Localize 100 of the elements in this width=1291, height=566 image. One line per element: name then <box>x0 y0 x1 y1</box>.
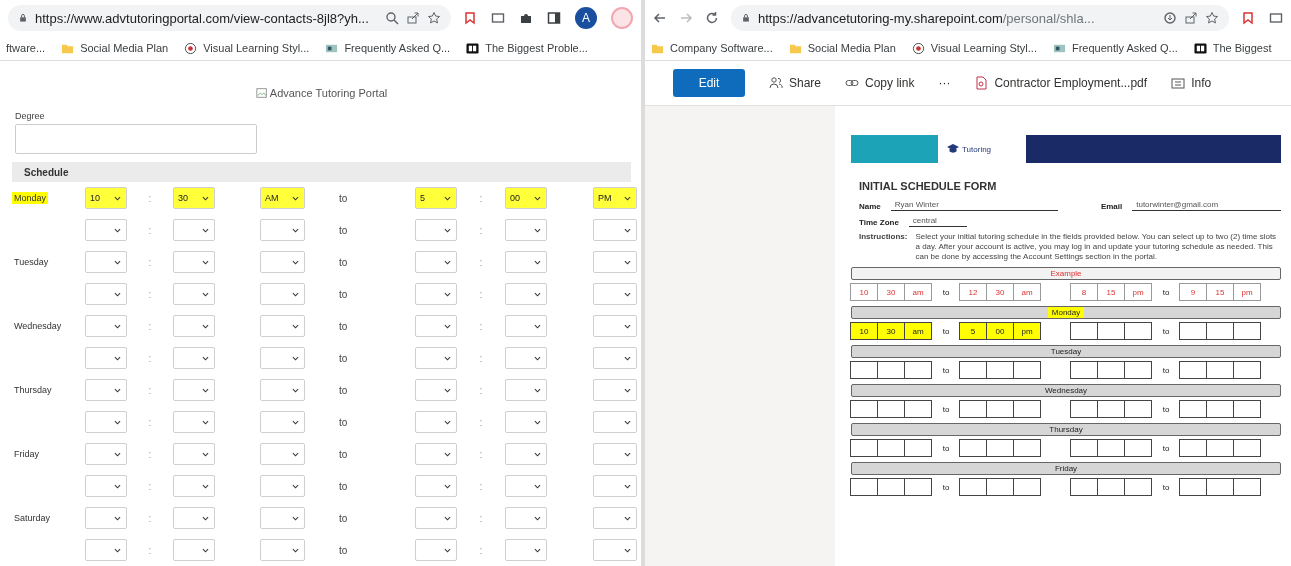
time-box[interactable] <box>1179 322 1207 340</box>
time-box[interactable] <box>850 439 878 457</box>
time-box[interactable] <box>1206 322 1234 340</box>
time-box[interactable]: pm <box>1233 283 1261 301</box>
time-box[interactable] <box>1179 478 1207 496</box>
time-box[interactable] <box>1013 478 1041 496</box>
time-select[interactable] <box>173 219 215 241</box>
time-box[interactable] <box>1013 439 1041 457</box>
time-select[interactable] <box>415 315 457 337</box>
time-select[interactable] <box>260 475 305 497</box>
time-box[interactable] <box>904 478 932 496</box>
time-select[interactable] <box>415 251 457 273</box>
time-select[interactable] <box>505 347 547 369</box>
time-box[interactable] <box>877 361 905 379</box>
time-box[interactable] <box>1124 322 1152 340</box>
time-select[interactable] <box>505 315 547 337</box>
time-box[interactable]: 12 <box>959 283 987 301</box>
address-bar[interactable]: https://advancetutoring-my.sharepoint.com/personal/shla... <box>731 5 1229 31</box>
forward-icon[interactable] <box>679 11 693 25</box>
share-button[interactable]: Share <box>769 76 822 90</box>
time-select[interactable] <box>260 315 305 337</box>
time-select[interactable] <box>505 539 547 561</box>
time-box[interactable] <box>986 400 1014 418</box>
time-box[interactable]: 00 <box>986 322 1014 340</box>
time-box[interactable] <box>1097 400 1125 418</box>
time-box[interactable]: am <box>904 283 932 301</box>
bookmark-icon[interactable] <box>1241 11 1255 25</box>
email-field[interactable]: tutorwinter@gmail.com <box>1132 200 1281 211</box>
time-box[interactable] <box>850 400 878 418</box>
time-select[interactable] <box>415 475 457 497</box>
copy-link-button[interactable]: Copy link <box>845 76 915 90</box>
time-box[interactable] <box>1070 478 1098 496</box>
name-field[interactable]: Ryan Winter <box>890 200 1059 211</box>
time-box[interactable] <box>1070 361 1098 379</box>
time-select[interactable] <box>593 347 637 369</box>
time-box[interactable] <box>1233 322 1261 340</box>
time-select[interactable] <box>505 251 547 273</box>
time-box[interactable] <box>959 400 987 418</box>
time-select[interactable] <box>505 443 547 465</box>
time-box[interactable] <box>986 478 1014 496</box>
profile-avatar[interactable]: A <box>575 7 597 29</box>
time-select[interactable] <box>85 347 127 369</box>
time-select[interactable] <box>173 411 215 433</box>
time-box[interactable] <box>904 439 932 457</box>
time-select[interactable] <box>505 283 547 305</box>
time-select[interactable]: 5 <box>415 187 457 209</box>
time-box[interactable]: pm <box>1124 283 1152 301</box>
time-select[interactable] <box>260 347 305 369</box>
time-select[interactable] <box>505 219 547 241</box>
time-select[interactable] <box>593 379 637 401</box>
star-icon[interactable] <box>1205 11 1219 25</box>
time-select[interactable] <box>260 219 305 241</box>
bookmark[interactable]: Visual Learning Styl... <box>184 41 310 55</box>
search-icon[interactable] <box>385 11 399 25</box>
time-select[interactable] <box>173 539 215 561</box>
time-select[interactable] <box>260 539 305 561</box>
time-select[interactable] <box>415 219 457 241</box>
time-select[interactable] <box>593 219 637 241</box>
time-select[interactable] <box>85 443 127 465</box>
time-box[interactable] <box>1233 400 1261 418</box>
time-box[interactable]: 5 <box>959 322 987 340</box>
time-select[interactable] <box>260 507 305 529</box>
time-select[interactable]: 10 <box>85 187 127 209</box>
time-select[interactable] <box>173 507 215 529</box>
time-select[interactable]: 00 <box>505 187 547 209</box>
time-select[interactable] <box>85 315 127 337</box>
time-select[interactable] <box>415 539 457 561</box>
share-icon[interactable] <box>406 11 420 25</box>
degree-field[interactable] <box>15 124 257 154</box>
time-select[interactable] <box>415 507 457 529</box>
time-box[interactable]: 30 <box>986 283 1014 301</box>
time-box[interactable]: 30 <box>877 322 905 340</box>
time-box[interactable] <box>959 439 987 457</box>
time-select[interactable] <box>173 443 215 465</box>
time-select[interactable] <box>173 475 215 497</box>
time-select[interactable] <box>85 283 127 305</box>
time-box[interactable]: 10 <box>850 322 878 340</box>
time-select[interactable] <box>173 379 215 401</box>
time-select[interactable] <box>593 539 637 561</box>
time-box[interactable] <box>959 361 987 379</box>
time-select[interactable] <box>593 411 637 433</box>
time-select[interactable] <box>260 379 305 401</box>
reload-icon[interactable] <box>705 11 719 25</box>
time-select[interactable] <box>505 507 547 529</box>
time-box[interactable]: am <box>904 322 932 340</box>
star-icon[interactable] <box>427 11 441 25</box>
time-select[interactable] <box>85 411 127 433</box>
timezone-field[interactable]: central <box>908 216 967 227</box>
time-box[interactable] <box>904 361 932 379</box>
time-box[interactable] <box>1013 400 1041 418</box>
window-icon[interactable] <box>1269 11 1283 25</box>
bookmark[interactable]: Frequently Asked Q... <box>1053 41 1178 55</box>
time-select[interactable]: PM <box>593 187 637 209</box>
bookmark[interactable]: Frequently Asked Q... <box>325 41 451 55</box>
time-box[interactable] <box>1097 439 1125 457</box>
time-select[interactable] <box>260 411 305 433</box>
time-box[interactable] <box>1206 478 1234 496</box>
time-box[interactable]: 15 <box>1206 283 1234 301</box>
bookmark[interactable]: The Biggest <box>1193 41 1272 55</box>
time-box[interactable] <box>1070 439 1098 457</box>
